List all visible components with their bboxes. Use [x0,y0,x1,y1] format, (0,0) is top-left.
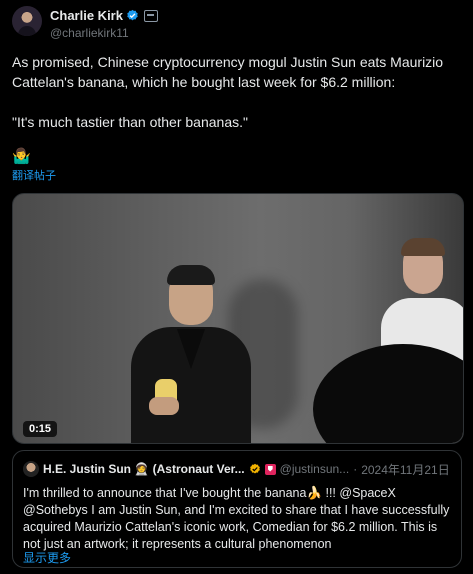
affiliation-icon[interactable] [143,9,158,22]
quoted-display-name[interactable]: H.E. Justin Sun 🧑‍🚀 (Astronaut Ver... [43,462,245,476]
show-more-link[interactable]: 显示更多 [23,549,71,566]
video-frame-foreground-head [313,344,463,443]
quoted-tweet-header: H.E. Justin Sun 🧑‍🚀 (Astronaut Ver... @j… [23,459,453,479]
gold-verified-badge-icon [249,463,260,474]
video-duration: 0:15 [23,421,58,437]
video-frame-person [131,265,251,443]
handle[interactable]: @charliekirk11 [50,26,129,40]
quoted-handle[interactable]: @justinsun... [280,462,350,476]
display-name[interactable]: Charlie Kirk [50,8,123,23]
quoted-avatar[interactable] [23,461,39,477]
shrug-emoji: 🤷‍♂️ [12,148,31,165]
affiliation-logo-icon[interactable] [264,463,276,475]
verified-badge-icon [127,9,138,21]
separator-dot: · [353,462,358,476]
video-player[interactable]: 0:15 [12,193,464,444]
avatar[interactable] [12,6,42,36]
tweet-text: As promised, Chinese cryptocurrency mogu… [12,54,444,130]
name-row: Charlie Kirk [50,8,158,23]
tweet-header: Charlie Kirk @charliekirk11 [12,6,461,46]
translate-link[interactable]: 翻译帖子 [12,167,56,183]
quoted-date[interactable]: 2024年11月21日 [361,461,450,478]
quoted-tweet[interactable]: H.E. Justin Sun 🧑‍🚀 (Astronaut Ver... @j… [12,450,462,568]
quoted-tweet-text: I'm thrilled to announce that I've bough… [23,486,450,551]
